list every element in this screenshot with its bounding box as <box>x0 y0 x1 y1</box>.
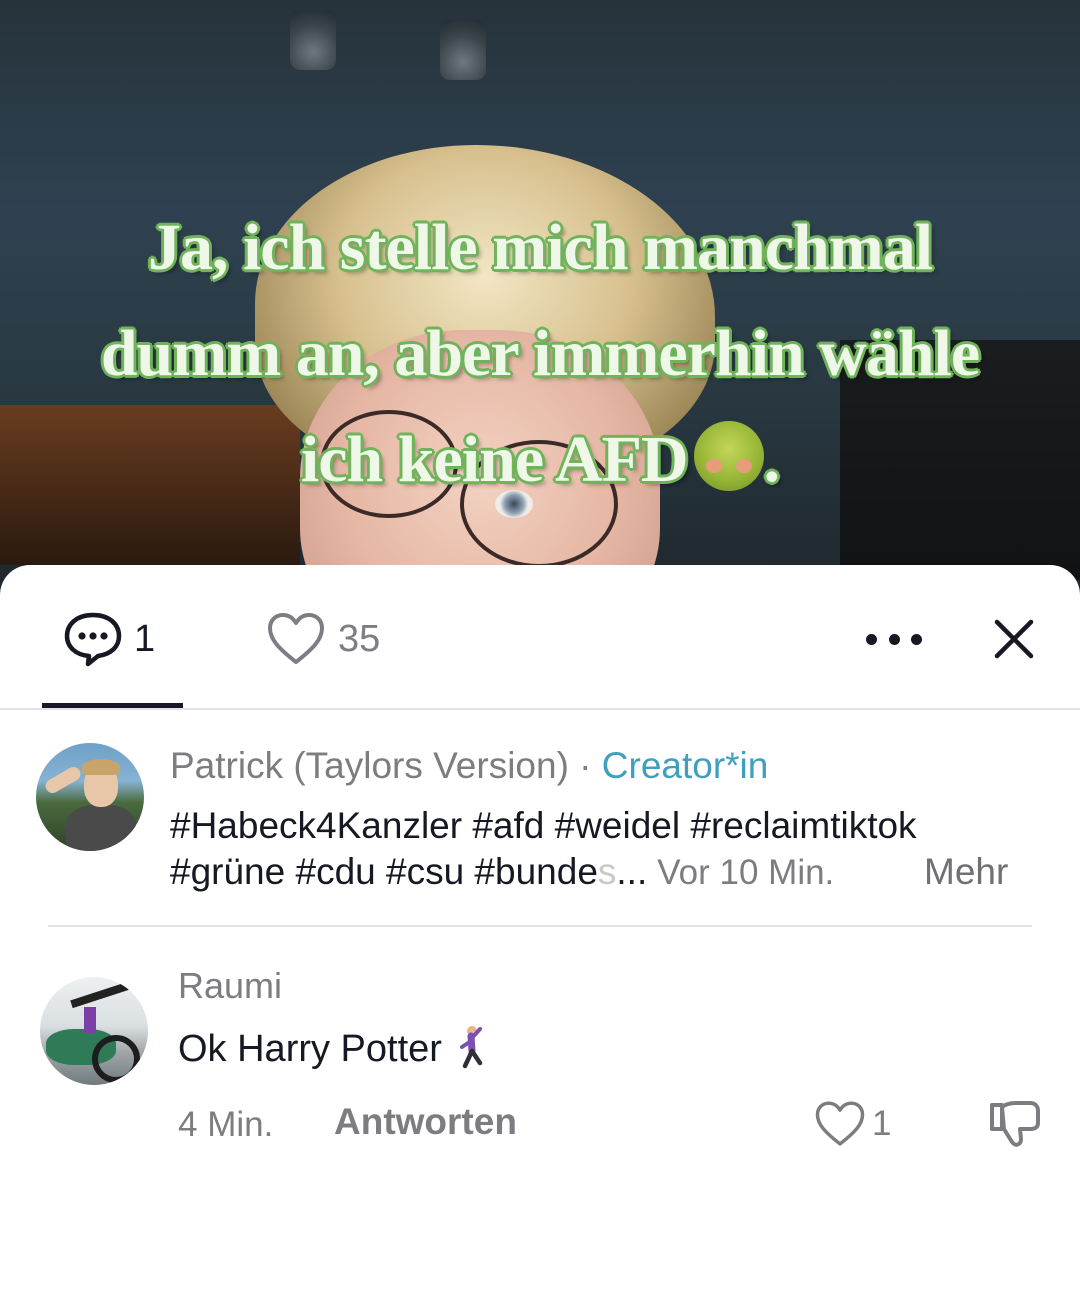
comment-like-count: 1 <box>872 1104 892 1143</box>
video-text-overlay: Ja, ich stelle mich manchmal dumm an, ab… <box>60 195 1020 513</box>
hashtags-line[interactable]: #grüne #cdu #csu #bunde <box>170 851 598 892</box>
thumbs-down-icon[interactable] <box>988 1099 1042 1149</box>
likes-count: 35 <box>338 617 381 660</box>
separator: · <box>568 745 602 786</box>
reply-button[interactable]: Antworten <box>334 1101 517 1143</box>
video-player[interactable]: Ja, ich stelle mich manchmal dumm an, ab… <box>0 0 1080 610</box>
avatar-detail <box>70 981 130 1009</box>
dancing-man-emoji <box>459 1026 483 1069</box>
dot <box>866 633 877 645</box>
comments-sheet: 1 35 Patrick (Taylors Version) · Creator… <box>0 565 1080 1294</box>
comment-text: Ok Harry Potter <box>178 1028 442 1070</box>
overlay-line: dumm an, aber immerhin wähle <box>100 317 980 390</box>
hashtags-line-2: #grüne #cdu #csu #bundes... Vor 10 Min. <box>170 849 1030 896</box>
overlay-end: . <box>763 423 780 496</box>
ceiling-lamp <box>290 10 336 70</box>
heart-icon <box>815 1101 865 1146</box>
ellipsis: ... <box>616 851 648 892</box>
avatar-detail <box>82 759 120 775</box>
dot <box>888 633 900 645</box>
creator-badge: Creator*in <box>601 745 769 786</box>
more-button[interactable]: Mehr <box>924 849 1008 895</box>
avatar-detail <box>43 764 83 796</box>
more-options-button[interactable] <box>866 621 922 657</box>
ceiling-lamp <box>440 20 486 80</box>
comment-item: Raumi Ok Harry Potter 4 Min. Antworten 1 <box>0 965 1080 1165</box>
avatar-detail <box>66 805 136 851</box>
avatar[interactable] <box>40 977 148 1085</box>
comment-author[interactable]: Raumi <box>178 965 282 1007</box>
overlay-line: ich keine AFD <box>300 423 689 496</box>
dot <box>911 633 922 645</box>
tab-likes[interactable]: 35 <box>266 611 380 667</box>
tab-comments[interactable]: 1 <box>62 611 155 667</box>
overlay-line: Ja, ich stelle mich manchmal <box>147 211 933 284</box>
heart-icon <box>268 613 324 664</box>
avatar[interactable] <box>36 743 144 851</box>
comments-count: 1 <box>134 617 156 660</box>
close-icon[interactable] <box>990 615 1038 663</box>
video-caption: Patrick (Taylors Version) · Creator*in #… <box>0 743 1080 893</box>
comment-like-button[interactable]: 1 <box>814 1099 891 1149</box>
avatar-detail <box>84 1007 96 1033</box>
tabs-divider <box>0 708 1080 710</box>
comment-text-row: Ok Harry Potter <box>178 1025 486 1071</box>
caption-hashtags[interactable]: #Habeck4Kanzler #afd #weidel #reclaimtik… <box>170 803 1030 896</box>
nauseated-face-emoji <box>693 421 764 491</box>
comment-icon <box>64 612 122 667</box>
hashtags-line[interactable]: #Habeck4Kanzler #afd #weidel #reclaimtik… <box>170 805 917 846</box>
avatar-detail <box>92 1035 140 1083</box>
caption-header: Patrick (Taylors Version) · Creator*in <box>170 745 768 787</box>
caption-divider <box>48 925 1032 927</box>
sheet-tabs: 1 35 <box>0 565 1080 709</box>
truncated-text: s <box>597 851 617 892</box>
comment-time: 4 Min. <box>178 1105 274 1144</box>
caption-time: Vor 10 Min. <box>657 853 835 892</box>
creator-name[interactable]: Patrick (Taylors Version) <box>170 745 569 786</box>
